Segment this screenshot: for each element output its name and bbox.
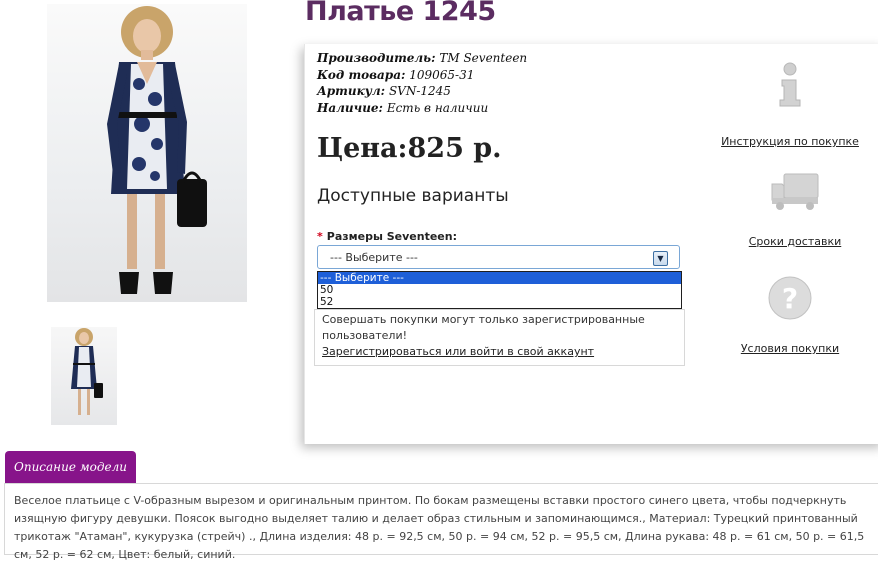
size-select-label: * Размеры Seventeen: <box>317 230 457 243</box>
tab-model-description[interactable]: Описание модели <box>5 451 136 483</box>
login-notice-text: Совершать покупки могут только зарегистр… <box>322 313 645 342</box>
truck-icon <box>771 173 819 210</box>
sidebar-purchase-terms[interactable]: ? Условия покупки <box>720 275 860 355</box>
meta-article: Артикул: SVN-1245 <box>317 84 451 98</box>
description-text: Веселое платьице с V-образным вырезом и … <box>14 494 865 561</box>
product-price: Цена:825 р. <box>317 133 502 164</box>
product-main-photo[interactable] <box>47 4 247 302</box>
product-meta: Производитель: TM Seventeen Код товара: … <box>317 50 527 116</box>
info-icon <box>779 62 801 107</box>
product-title: Платье 1245 <box>305 0 496 27</box>
question-icon: ? <box>768 276 812 320</box>
chevron-down-icon[interactable]: ▼ <box>653 251 668 266</box>
sidebar-label[interactable]: Условия покупки <box>720 342 860 355</box>
variants-heading: Доступные варианты <box>317 186 509 206</box>
login-notice: Совершать покупки могут только зарегистр… <box>314 309 685 366</box>
size-dropdown-list: --- Выберите --- 50 52 <box>317 271 682 309</box>
sidebar-purchase-instructions[interactable]: Инструкция по покупке <box>720 60 860 148</box>
login-register-link[interactable]: Зарегистрироваться или войти в свой акка… <box>322 345 594 358</box>
product-thumbnail[interactable] <box>51 327 117 425</box>
sidebar-label[interactable]: Сроки доставки <box>725 235 865 248</box>
required-mark: * <box>317 230 323 243</box>
size-option-placeholder[interactable]: --- Выберите --- <box>318 272 681 284</box>
size-option-50[interactable]: 50 <box>318 284 681 296</box>
size-select-value: --- Выберите --- <box>330 251 418 264</box>
sidebar-delivery-times[interactable]: Сроки доставки <box>725 170 865 248</box>
meta-product-code: Код товара: 109065-31 <box>317 67 475 82</box>
sidebar-label[interactable]: Инструкция по покупке <box>720 135 860 148</box>
svg-text:?: ? <box>782 282 798 315</box>
meta-manufacturer: Производитель: TM Seventeen <box>317 51 528 65</box>
size-select[interactable]: --- Выберите --- ▼ <box>317 245 680 269</box>
size-option-52[interactable]: 52 <box>318 296 681 308</box>
meta-availability: Наличие: Есть в наличии <box>317 100 489 115</box>
